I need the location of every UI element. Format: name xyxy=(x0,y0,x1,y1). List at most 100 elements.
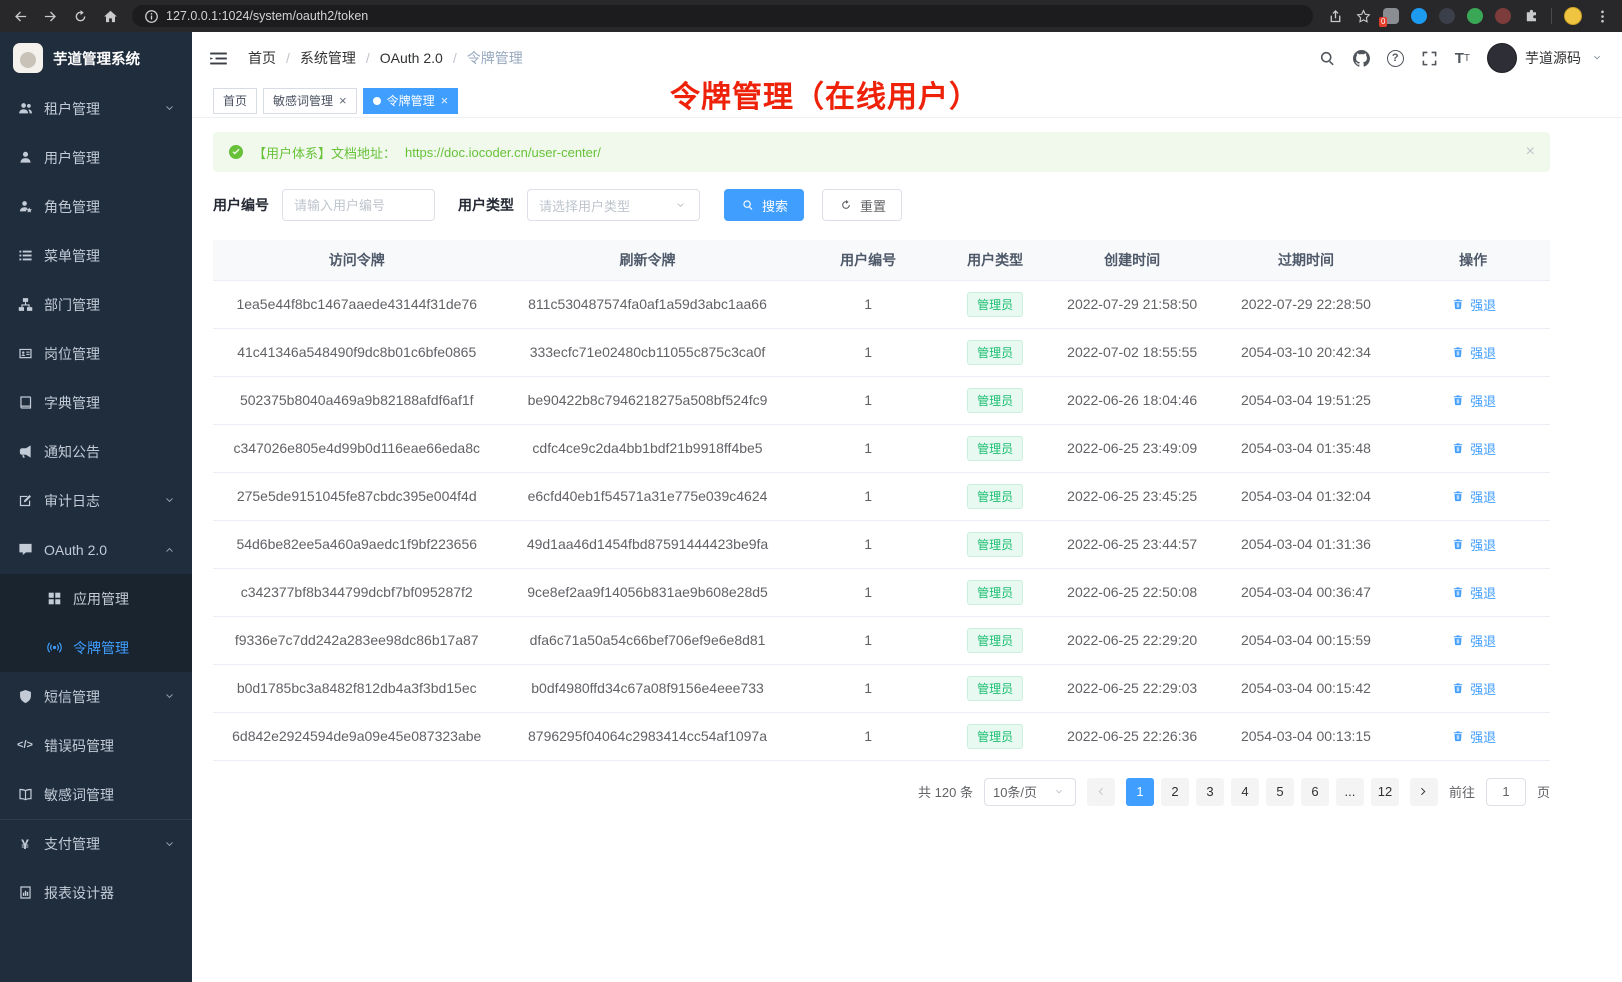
active-tab-dot xyxy=(373,97,381,105)
sidebar-item-dict[interactable]: 字典管理 xyxy=(0,378,192,427)
user-icon xyxy=(17,150,33,166)
alert-close-button[interactable]: × xyxy=(1526,143,1535,161)
address-bar[interactable]: 127.0.0.1:1024/system/oauth2/token xyxy=(132,5,1313,27)
cell-refresh-token: dfa6c71a50a54c66bef706ef9e6e8d81 xyxy=(500,616,794,664)
user-menu[interactable]: 芋道源码 xyxy=(1487,43,1605,73)
help-button[interactable]: ? xyxy=(1387,50,1404,67)
trash-icon xyxy=(1450,728,1466,744)
collapse-sidebar-button[interactable] xyxy=(209,49,228,68)
sidebar-item-label: 角色管理 xyxy=(44,197,175,217)
sidebar-item-audit-log[interactable]: 审计日志 xyxy=(0,476,192,525)
breadcrumb-system[interactable]: 系统管理 xyxy=(276,48,356,68)
sidebar-item-dept[interactable]: 部门管理 xyxy=(0,280,192,329)
extension-icon-3[interactable] xyxy=(1439,8,1455,24)
force-logout-button[interactable]: 强退 xyxy=(1450,391,1496,410)
page-button-5[interactable]: 5 xyxy=(1266,778,1294,806)
browser-forward-button[interactable] xyxy=(42,8,58,24)
next-page-button[interactable] xyxy=(1410,778,1438,806)
page-button-3[interactable]: 3 xyxy=(1196,778,1224,806)
sidebar-item-notice[interactable]: 通知公告 xyxy=(0,427,192,476)
chevron-down-icon xyxy=(1589,50,1605,66)
sidebar-item-oauth2-token[interactable]: 令牌管理 xyxy=(0,623,192,672)
bookmark-star-button[interactable] xyxy=(1355,8,1371,24)
extension-icon-1[interactable]: 0 xyxy=(1383,8,1399,24)
fullscreen-button[interactable] xyxy=(1421,50,1438,67)
page-ellipsis-button[interactable]: ... xyxy=(1336,778,1364,806)
extension-icon-4[interactable] xyxy=(1467,8,1483,24)
sidebar-item-sms[interactable]: 短信管理 xyxy=(0,672,192,721)
goto-label: 前往 xyxy=(1449,782,1475,801)
page-size-select[interactable]: 10条/页 xyxy=(984,778,1076,806)
force-logout-button[interactable]: 强退 xyxy=(1450,679,1496,698)
sidebar-item-user[interactable]: 用户管理 xyxy=(0,133,192,182)
force-logout-button[interactable]: 强退 xyxy=(1450,295,1496,314)
app-logo[interactable]: 芋道管理系统 xyxy=(0,32,192,84)
sidebar-item-oauth2[interactable]: OAuth 2.0 xyxy=(0,525,192,574)
sidebar-item-report-designer[interactable]: 报表设计器 xyxy=(0,868,192,917)
tab-sensitive-word[interactable]: 敏感词管理× xyxy=(263,88,357,114)
force-logout-button[interactable]: 强退 xyxy=(1450,439,1496,458)
breadcrumb-oauth2[interactable]: OAuth 2.0 xyxy=(356,50,443,66)
browser-menu-button[interactable] xyxy=(1594,8,1610,24)
page-button-1[interactable]: 1 xyxy=(1126,778,1154,806)
cell-expire-time: 2054-03-04 00:13:15 xyxy=(1216,712,1396,760)
close-icon[interactable]: × xyxy=(441,94,449,107)
browser-back-button[interactable] xyxy=(12,8,28,24)
tab-home[interactable]: 首页 xyxy=(213,88,257,114)
sensitive-icon xyxy=(17,787,33,803)
trash-icon xyxy=(1450,536,1466,552)
tab-token[interactable]: 令牌管理× xyxy=(363,88,459,114)
cell-refresh-token: be90422b8c7946218275a508bf524fc9 xyxy=(500,376,794,424)
post-icon xyxy=(17,346,33,362)
user-type-badge: 管理员 xyxy=(967,292,1023,317)
close-icon[interactable]: × xyxy=(339,94,347,107)
sidebar-item-tenant[interactable]: 租户管理 xyxy=(0,84,192,133)
sidebar-item-label: 短信管理 xyxy=(44,687,153,707)
sidebar-item-label: 部门管理 xyxy=(44,295,175,315)
prev-page-button[interactable] xyxy=(1087,778,1115,806)
sidebar-item-label: 令牌管理 xyxy=(73,638,175,658)
force-logout-button[interactable]: 强退 xyxy=(1450,487,1496,506)
force-logout-button[interactable]: 强退 xyxy=(1450,343,1496,362)
force-logout-label: 强退 xyxy=(1470,295,1496,314)
page-button-12[interactable]: 12 xyxy=(1371,778,1399,806)
goto-page-input[interactable] xyxy=(1486,778,1526,806)
search-button[interactable]: 搜索 xyxy=(724,189,804,221)
page-button-2[interactable]: 2 xyxy=(1161,778,1189,806)
page-button-4[interactable]: 4 xyxy=(1231,778,1259,806)
force-logout-button[interactable]: 强退 xyxy=(1450,727,1496,746)
browser-refresh-button[interactable] xyxy=(72,8,88,24)
sidebar-item-error-code[interactable]: </>错误码管理 xyxy=(0,721,192,770)
cell-actions: 强退 xyxy=(1396,280,1550,328)
force-logout-button[interactable]: 强退 xyxy=(1450,583,1496,602)
browser-home-button[interactable] xyxy=(102,8,118,24)
search-button-header[interactable] xyxy=(1319,50,1336,67)
force-logout-button[interactable]: 强退 xyxy=(1450,631,1496,650)
user-id-label: 用户编号 xyxy=(213,195,269,215)
sidebar-item-role[interactable]: 角色管理 xyxy=(0,182,192,231)
user-id-input[interactable] xyxy=(282,189,435,221)
extensions-puzzle-button[interactable] xyxy=(1523,8,1539,24)
cell-access-token: c347026e805e4d99b0d116eae66eda8c xyxy=(213,424,500,472)
cell-user-type: 管理员 xyxy=(942,280,1049,328)
sidebar-item-sensitive-word[interactable]: 敏感词管理 xyxy=(0,770,192,819)
share-button[interactable] xyxy=(1327,8,1343,24)
breadcrumb: 首页 系统管理 OAuth 2.0 令牌管理 xyxy=(248,48,523,68)
extension-icon-5[interactable] xyxy=(1495,8,1511,24)
sidebar-item-label: 用户管理 xyxy=(44,148,175,168)
user-type-select[interactable]: 请选择用户类型 xyxy=(527,189,700,221)
sidebar-item-menu[interactable]: 菜单管理 xyxy=(0,231,192,280)
browser-profile-avatar[interactable] xyxy=(1564,7,1582,25)
breadcrumb-home[interactable]: 首页 xyxy=(248,48,276,68)
force-logout-button[interactable]: 强退 xyxy=(1450,535,1496,554)
alert-doc-link[interactable]: https://doc.iocoder.cn/user-center/ xyxy=(405,145,601,160)
sidebar-item-post[interactable]: 岗位管理 xyxy=(0,329,192,378)
sidebar-item-pay[interactable]: ¥支付管理 xyxy=(0,819,192,868)
page-button-6[interactable]: 6 xyxy=(1301,778,1329,806)
extension-icon-2[interactable] xyxy=(1411,8,1427,24)
font-size-button[interactable]: TT xyxy=(1455,50,1470,67)
cell-access-token: b0d1785bc3a8482f812db4a3f3bd15ec xyxy=(213,664,500,712)
sidebar-item-oauth2-application[interactable]: 应用管理 xyxy=(0,574,192,623)
reset-button[interactable]: 重置 xyxy=(822,189,902,221)
github-button[interactable] xyxy=(1353,50,1370,67)
